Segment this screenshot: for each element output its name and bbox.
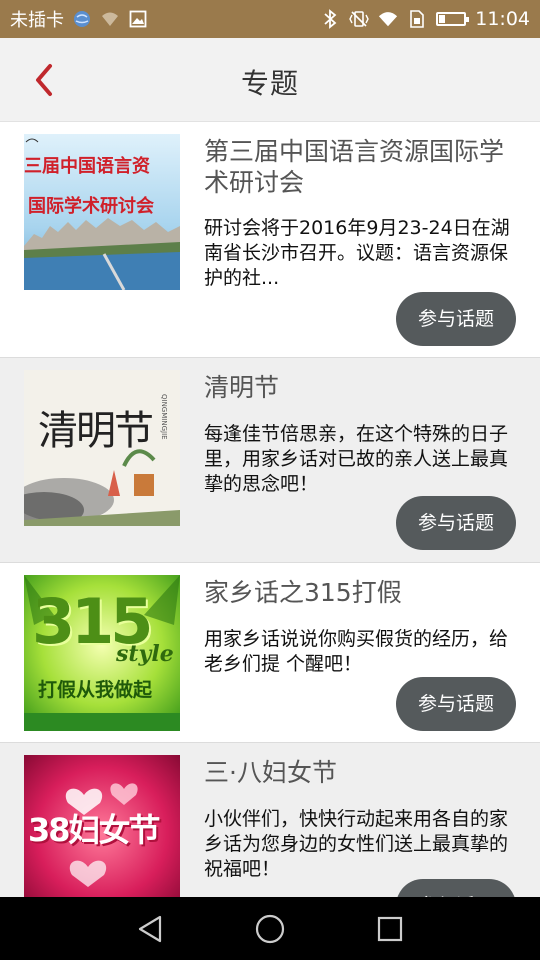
nav-recents-button[interactable] — [372, 911, 408, 947]
vibrate-icon — [349, 9, 370, 29]
join-topic-button[interactable]: 参与话题 — [396, 292, 516, 346]
recents-square-icon — [377, 916, 403, 942]
sim-icon — [407, 9, 427, 29]
bluetooth-icon — [320, 9, 340, 29]
clock: 11:04 — [475, 8, 530, 30]
topic-item[interactable]: 38妇女节 三·八妇女节 小伙伴们，快快行动起来用各自的家乡话为您身边的女性们送… — [0, 743, 540, 897]
topic-title[interactable]: 第三届中国语言资源国际学术研讨会 — [204, 136, 514, 198]
app-header: 专题 — [0, 38, 540, 122]
thumbnail-text-1: 三届中国语言资 — [24, 156, 150, 177]
nav-home-button[interactable] — [252, 911, 288, 947]
wifi-icon — [378, 9, 398, 29]
thumbnail-text-3: 打假从我做起 — [38, 679, 153, 701]
topic-title[interactable]: 清明节 — [204, 372, 514, 403]
battery-icon — [436, 12, 470, 26]
topic-thumbnail: 38妇女节 — [24, 755, 180, 897]
system-nav-bar — [0, 897, 540, 960]
join-topic-button[interactable]: 参与话题 — [396, 496, 516, 550]
home-circle-icon — [255, 914, 285, 944]
thumbnail-text-2: 国际学术研讨会 — [28, 196, 154, 217]
join-topic-button[interactable]: 参与话题 — [396, 677, 516, 731]
topic-item[interactable]: 清明节 QINGMINGJIE 清明节 每逢佳节倍思亲，在这个特殊的日子里，用家… — [0, 358, 540, 563]
topic-description: 每逢佳节倍思亲，在这个特殊的日子里，用家乡话对已故的亲人送上最真挚的思念吧！ — [204, 423, 509, 495]
back-triangle-icon — [138, 915, 162, 943]
image-icon — [128, 9, 148, 29]
join-topic-button[interactable]: 参与话题 — [396, 879, 516, 897]
page-title: 专题 — [240, 67, 299, 100]
topic-thumbnail: 三届中国语言资 国际学术研讨会 — [24, 134, 180, 290]
topic-item[interactable]: 315 style 打假从我做起 家乡话之315打假 用家乡话说说你购买假货的经… — [0, 563, 540, 743]
status-bar: 未插卡 11:04 — [0, 0, 540, 38]
topic-list[interactable]: 三届中国语言资 国际学术研讨会 第三届中国语言资源国际学术研讨会 研讨会将于20… — [0, 122, 540, 897]
nav-back-button[interactable] — [132, 911, 168, 947]
thumbnail-text-2: style — [116, 641, 174, 667]
globe-icon — [72, 9, 92, 29]
topic-title[interactable]: 家乡话之315打假 — [204, 577, 514, 608]
wifi-off-icon — [100, 9, 120, 29]
topic-item[interactable]: 三届中国语言资 国际学术研讨会 第三届中国语言资源国际学术研讨会 研讨会将于20… — [0, 122, 540, 358]
thumbnail-text-1: 清明节 — [38, 408, 154, 454]
topic-thumbnail: 315 style 打假从我做起 — [24, 575, 180, 731]
thumbnail-text-2: QINGMINGJIE — [160, 394, 168, 440]
topic-thumbnail: 清明节 QINGMINGJIE — [24, 370, 180, 526]
topic-description: 研讨会将于2016年9月23-24日在湖南省长沙市召开。议题：语言资源保护的社.… — [204, 217, 510, 289]
carrier-label: 未插卡 — [10, 10, 64, 31]
topic-description: 小伙伴们，快快行动起来用各自的家乡话为您身边的女性们送上最真挚的祝福吧！ — [204, 808, 509, 880]
topic-description: 用家乡话说说你购买假货的经历，给老乡们提 个醒吧！ — [204, 628, 509, 675]
thumbnail-text-1: 38妇女节 — [28, 811, 161, 849]
topic-title[interactable]: 三·八妇女节 — [204, 757, 514, 788]
